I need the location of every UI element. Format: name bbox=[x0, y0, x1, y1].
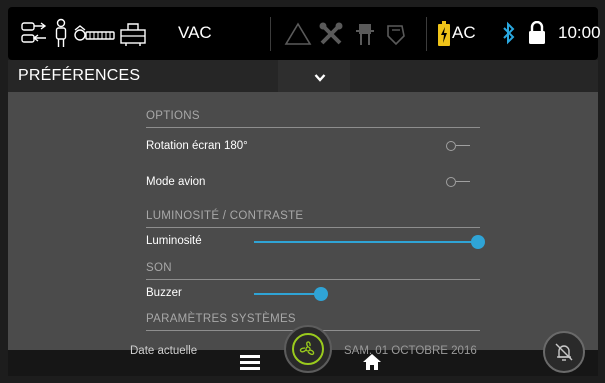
airplane-mode-label: Mode avion bbox=[146, 176, 206, 188]
slider-fill bbox=[254, 293, 321, 295]
toggle-knob bbox=[446, 141, 456, 151]
toggle-track bbox=[456, 181, 470, 182]
date-label: Date actuelle bbox=[130, 345, 198, 357]
home-icon[interactable] bbox=[362, 353, 382, 376]
rotation-label: Rotation écran 180° bbox=[146, 140, 248, 152]
preferences-panel: OPTIONS Rotation écran 180° Mode avion L… bbox=[8, 92, 598, 350]
tools-icon[interactable] bbox=[318, 21, 344, 52]
battery-charging-icon bbox=[438, 21, 450, 52]
ventilator-screen: VAC AC 10:00 PRÉFÉRENCES OPTIONS Rotatio… bbox=[0, 0, 605, 383]
clock: 10:00 bbox=[558, 23, 601, 42]
toggle-track bbox=[456, 145, 470, 146]
brightness-slider[interactable] bbox=[254, 235, 485, 249]
connector-icon[interactable] bbox=[354, 21, 376, 52]
status-bar: VAC AC 10:00 bbox=[8, 7, 601, 60]
slider-thumb[interactable] bbox=[314, 287, 328, 301]
mask-icon[interactable] bbox=[384, 22, 408, 51]
power-label: AC bbox=[452, 23, 476, 42]
status-divider bbox=[426, 17, 427, 51]
slider-fill bbox=[254, 241, 478, 243]
page-header: PRÉFÉRENCES bbox=[8, 60, 598, 92]
section-divider bbox=[146, 127, 480, 128]
section-heading-sound: SON bbox=[146, 262, 172, 274]
fan-icon bbox=[298, 339, 318, 364]
mode-label: VAC bbox=[178, 23, 212, 42]
section-heading-options: OPTIONS bbox=[146, 110, 200, 122]
section-divider bbox=[146, 227, 480, 228]
lock-icon[interactable] bbox=[528, 20, 546, 50]
rotation-toggle[interactable] bbox=[446, 141, 472, 151]
section-heading-brightness: LUMINOSITÉ / CONTRASTE bbox=[146, 210, 304, 222]
buzzer-label: Buzzer bbox=[146, 287, 182, 299]
brightness-label: Luminosité bbox=[146, 235, 202, 247]
section-divider bbox=[146, 279, 480, 280]
warning-icon[interactable] bbox=[284, 22, 312, 51]
bluetooth-icon[interactable] bbox=[502, 21, 516, 50]
breathing-circuit-icon bbox=[72, 24, 116, 49]
section-heading-system: PARAMÈTRES SYSTÈMES bbox=[146, 313, 296, 325]
page-title: PRÉFÉRENCES bbox=[18, 67, 141, 84]
alarm-mute-button[interactable] bbox=[543, 331, 585, 373]
humidifier-icon bbox=[118, 20, 148, 51]
patient-icon bbox=[54, 18, 68, 53]
buzzer-slider[interactable] bbox=[254, 287, 478, 301]
menu-icon[interactable] bbox=[240, 354, 260, 375]
fan-button[interactable] bbox=[284, 325, 332, 373]
airplane-mode-toggle[interactable] bbox=[446, 177, 472, 187]
airflow-icon bbox=[20, 20, 48, 51]
slider-thumb[interactable] bbox=[471, 235, 485, 249]
status-divider bbox=[270, 17, 271, 51]
alarm-mute-icon bbox=[553, 341, 575, 368]
chevron-down-icon[interactable] bbox=[314, 70, 326, 88]
toggle-knob bbox=[446, 177, 456, 187]
